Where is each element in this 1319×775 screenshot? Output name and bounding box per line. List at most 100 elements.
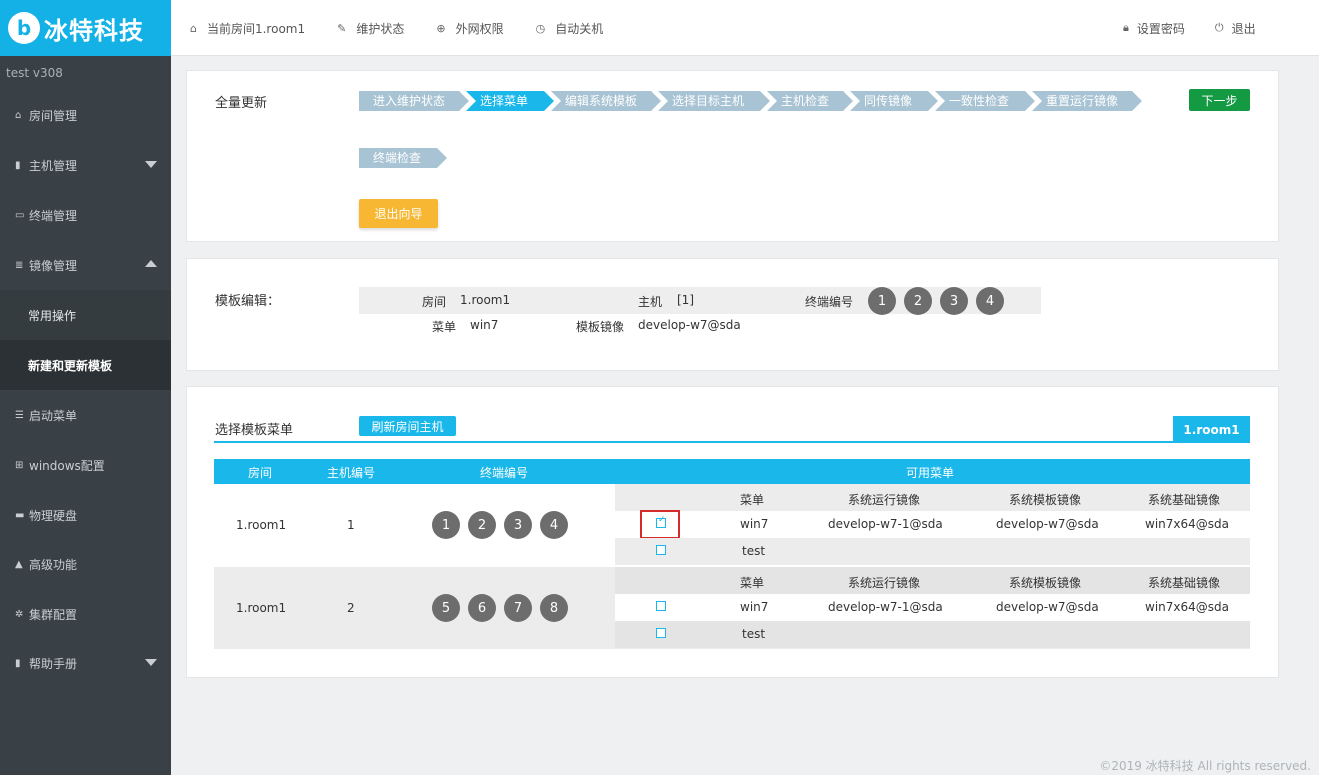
windows-icon: ⊞ — [15, 459, 24, 471]
nav-internet-access[interactable]: ⊕ 外网权限 — [436, 20, 503, 37]
template-terminal-list: 1 2 3 4 — [868, 287, 1012, 315]
sidebar-item-windows-config[interactable]: ⊞ windows配置 — [0, 440, 171, 490]
subheader-base-image: 系统基础镜像 — [1148, 576, 1221, 590]
menu-row — [615, 538, 1250, 565]
power-icon: ⏻ — [1214, 21, 1224, 34]
nav-auto-shutdown[interactable]: ◷ 自动关机 — [536, 20, 604, 37]
room-value: 1.room1 — [460, 293, 511, 307]
sidebar-item-label: 启动菜单 — [29, 408, 78, 423]
wizard-title: 全量更新 — [215, 96, 268, 111]
terminal-badge[interactable]: 6 — [468, 594, 496, 622]
sidebar-item-cluster[interactable]: ✲ 集群配置 — [0, 589, 171, 639]
terminal-badge[interactable]: 2 — [904, 287, 932, 315]
nav-logout[interactable]: ⏻ 退出 — [1215, 20, 1256, 37]
row-room: 1.room1 — [236, 518, 287, 532]
run-image: develop-w7-1@sda — [828, 600, 943, 614]
sidebar-subitem-template[interactable]: 新建和更新模板 — [0, 340, 171, 390]
top-bar: b 冰特科技 ⌂ 当前房间1.room1 ✎ 维护状态 ⊕ 外网权限 ◷ 自动关… — [0, 0, 1319, 56]
menu-checkbox[interactable] — [656, 601, 666, 611]
terminal-badge[interactable]: 4 — [540, 511, 568, 539]
menu-row — [615, 621, 1250, 648]
menu-select-title: 选择模板菜单 — [215, 423, 294, 438]
brand-name: 冰特科技 — [44, 16, 144, 45]
wizard-step-maintenance[interactable]: 进入维护状态 — [359, 91, 469, 111]
wizard-step-select-host[interactable]: 选择目标主机 — [658, 91, 770, 111]
wizard-step-terminal-check[interactable]: 终端检查 — [359, 148, 447, 168]
terminal-label: 终端编号 — [805, 295, 854, 309]
nav-set-password[interactable]: 🔒︎ 设置密码 — [1123, 20, 1185, 37]
row-host: 1 — [347, 518, 355, 532]
sidebar-item-physical-disk[interactable]: ▬ 物理硬盘 — [0, 490, 171, 540]
header-menus: 可用菜单 — [906, 466, 955, 480]
wizard-step-consistency-check[interactable]: 一致性检查 — [935, 91, 1035, 111]
wizard-step-host-check[interactable]: 主机检查 — [767, 91, 853, 111]
base-image: win7x64@sda — [1145, 600, 1229, 614]
sidebar-item-rooms[interactable]: ⌂ 房间管理 — [0, 90, 171, 140]
sidebar: test v308 ⌂ 房间管理 ▮ 主机管理 ▭ 终端管理 ≣ 镜像管理 常用… — [0, 56, 171, 775]
topnav-left: ⌂ 当前房间1.room1 ✎ 维护状态 ⊕ 外网权限 ◷ 自动关机 — [190, 0, 603, 56]
sidebar-item-advanced[interactable]: ▲ 高级功能 — [0, 539, 171, 589]
header-terminal: 终端编号 — [480, 466, 529, 480]
sidebar-subitem-common-ops[interactable]: 常用操作 — [0, 290, 171, 340]
exit-wizard-button[interactable]: 退出向导 — [359, 199, 438, 228]
table-header: 房间 主机编号 终端编号 可用菜单 — [214, 459, 1250, 484]
terminal-badge[interactable]: 3 — [504, 511, 532, 539]
menu-checkbox[interactable] — [656, 628, 666, 638]
header-room: 房间 — [248, 466, 273, 480]
terminal-badge[interactable]: 4 — [976, 287, 1004, 315]
nav-maintenance[interactable]: ✎ 维护状态 — [337, 20, 404, 37]
template-edit-title: 模板编辑： — [215, 294, 281, 309]
terminal-badge[interactable]: 7 — [504, 594, 532, 622]
sidebar-item-label: 镜像管理 — [29, 258, 78, 273]
sidebar-item-terminals[interactable]: ▭ 终端管理 — [0, 190, 171, 240]
terminal-badge[interactable]: 1 — [868, 287, 896, 315]
nav-set-password-label: 设置密码 — [1136, 21, 1185, 36]
wizard-step-reset-image[interactable]: 重置运行镜像 — [1032, 91, 1142, 111]
harddisk-icon: ▬ — [15, 509, 25, 521]
brand-logo[interactable]: b 冰特科技 — [0, 0, 171, 56]
refresh-hosts-button[interactable]: 刷新房间主机 — [359, 416, 456, 436]
menu-checkbox[interactable] — [656, 515, 666, 528]
wizard-step-sync-image[interactable]: 同传镜像 — [850, 91, 938, 111]
terminal-badge[interactable]: 8 — [540, 594, 568, 622]
topnav-right: 🔒︎ 设置密码 ⏻ 退出 — [1123, 0, 1256, 56]
row-terminal-list: 1 2 3 4 — [432, 511, 576, 539]
tab-room1[interactable]: 1.room1 — [1173, 416, 1250, 443]
menu-name: test — [742, 627, 766, 641]
subheader-menu: 菜单 — [740, 493, 765, 507]
sidebar-subitem-label: 新建和更新模板 — [28, 358, 113, 373]
sidebar-item-boot-menu[interactable]: ☰ 启动菜单 — [0, 390, 171, 440]
row-host: 2 — [347, 601, 355, 615]
sidebar-subitem-label: 常用操作 — [28, 308, 77, 323]
wrench-icon: ✎ — [337, 21, 347, 35]
sidebar-item-label: 房间管理 — [29, 108, 78, 123]
terminal-badge[interactable]: 1 — [432, 511, 460, 539]
sidebar-item-images[interactable]: ≣ 镜像管理 — [0, 240, 171, 290]
sidebar-item-help[interactable]: ▮ 帮助手册 — [0, 638, 171, 688]
sidebar-item-label: 物理硬盘 — [29, 508, 78, 523]
terminal-badge[interactable]: 3 — [940, 287, 968, 315]
chevron-down-icon — [145, 161, 157, 168]
database-icon: ≣ — [15, 259, 24, 271]
sidebar-item-label: 主机管理 — [29, 158, 78, 173]
nav-current-room[interactable]: ⌂ 当前房间1.room1 — [190, 20, 305, 37]
terminal-badge[interactable]: 5 — [432, 594, 460, 622]
sidebar-item-hosts[interactable]: ▮ 主机管理 — [0, 140, 171, 190]
host-label: 主机 — [638, 295, 663, 309]
wizard-step-edit-template[interactable]: 编辑系统模板 — [551, 91, 661, 111]
menu-checkbox[interactable] — [656, 545, 666, 555]
logo-mark-icon: b — [8, 12, 40, 44]
base-image: win7x64@sda — [1145, 517, 1229, 531]
next-step-button[interactable]: 下一步 — [1189, 89, 1250, 111]
template-image-label: 模板镜像 — [576, 320, 625, 334]
template-image: develop-w7@sda — [996, 600, 1099, 614]
run-image: develop-w7-1@sda — [828, 517, 943, 531]
wizard-step-select-menu[interactable]: 选择菜单 — [466, 91, 554, 111]
sidebar-item-label: 终端管理 — [29, 208, 78, 223]
subheader-run-image: 系统运行镜像 — [848, 493, 921, 507]
menu-label: 菜单 — [432, 320, 457, 334]
nav-internet-access-label: 外网权限 — [455, 21, 504, 36]
terminal-badge[interactable]: 2 — [468, 511, 496, 539]
host-value: [1] — [677, 293, 694, 307]
tab-underline — [214, 441, 1250, 443]
